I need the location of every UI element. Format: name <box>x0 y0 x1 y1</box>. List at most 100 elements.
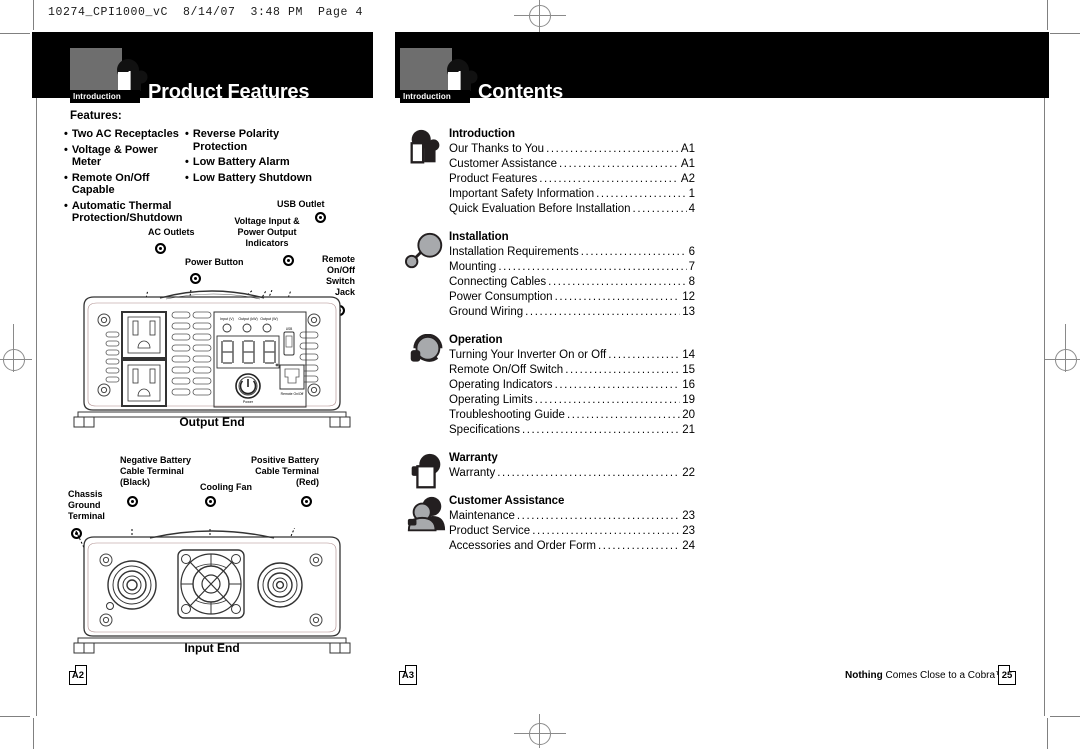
toc-leader-dots: ........................................… <box>554 291 681 303</box>
headset-icon <box>410 334 443 362</box>
bullet-icon: • <box>185 171 189 184</box>
toc-entry[interactable]: Remote On/Off Switch ...................… <box>449 363 695 378</box>
toc-leader-dots: ........................................… <box>632 203 687 215</box>
toc-entry[interactable]: Product Features .......................… <box>449 172 695 187</box>
toc-entry-page: 14 <box>682 349 695 361</box>
toc-entry[interactable]: Our Thanks to You ......................… <box>449 142 695 157</box>
crop-mark-tr-h <box>1050 33 1080 34</box>
crop-mark-tl-v <box>33 0 34 30</box>
toc-entry-page: 15 <box>682 364 695 376</box>
toc-entry[interactable]: Connecting Cables ......................… <box>449 275 695 290</box>
toc-entry[interactable]: Power Consumption ......................… <box>449 290 695 305</box>
toc-entry-title: Warranty <box>449 467 496 479</box>
toc-entry[interactable]: Operating Limits .......................… <box>449 393 695 408</box>
toc-entry-page: 24 <box>682 540 695 552</box>
toc-leader-dots: ........................................… <box>546 143 679 155</box>
table-of-contents: Introduction Our Thanks to You .........… <box>405 128 695 565</box>
toc-entry[interactable]: Mounting ...............................… <box>449 260 695 275</box>
features-heading: Features: <box>70 110 122 122</box>
feature-text: Remote On/Off Capable <box>71 171 150 197</box>
callout-dot-negative <box>127 496 138 507</box>
toc-entry-title: Customer Assistance <box>449 158 558 170</box>
toc-entry-page: 19 <box>682 394 695 406</box>
toc-entry[interactable]: Warranty ...............................… <box>449 466 695 481</box>
toc-section-introduction: Introduction Our Thanks to You .........… <box>405 128 695 217</box>
toc-entry-page: 23 <box>682 510 695 522</box>
toc-heading: Installation <box>449 231 509 243</box>
toc-entry[interactable]: Important Safety Information ...........… <box>449 187 695 202</box>
toc-leader-dots: ........................................… <box>497 467 680 479</box>
callout-dot-cooling-fan <box>205 496 216 507</box>
crop-mark-tl-h <box>0 33 30 34</box>
feature-item: • Voltage & Power Meter <box>64 144 184 169</box>
feature-item: • Automatic Thermal Protection/Shutdown <box>64 200 184 225</box>
toc-entry-title: Our Thanks to You <box>449 143 545 155</box>
folio-page-number: 25 <box>998 664 1017 685</box>
bleed-rule-left <box>36 36 37 716</box>
callout-dot-positive <box>301 496 312 507</box>
toc-entry[interactable]: Maintenance ............................… <box>449 509 695 524</box>
toc-entry[interactable]: Ground Wiring ..........................… <box>449 305 695 320</box>
toc-leader-dots: ........................................… <box>539 173 679 185</box>
toc-leader-dots: ........................................… <box>566 409 680 421</box>
page-marker-a2: A2 <box>68 664 87 685</box>
panel-led-label-output-w: Output (W) <box>260 317 278 321</box>
toc-entry-title: Remote On/Off Switch <box>449 364 564 376</box>
toc-section-operation: Operation Turning Your Inverter On or Of… <box>405 334 695 438</box>
right-page-tab: Introduction <box>400 48 478 103</box>
print-spread-page: 10274_CPI1000_vC 8/14/07 3:48 PM Page 4 … <box>0 0 1080 749</box>
toc-entry-page: 7 <box>688 261 695 273</box>
printer-slug: 10274_CPI1000_vC 8/14/07 3:48 PM Page 4 <box>48 6 364 19</box>
toc-entry-title: Mounting <box>449 261 497 273</box>
crop-mark-br-v <box>1047 718 1048 749</box>
callout-cooling-fan: Cooling Fan <box>200 482 252 492</box>
panel-led-label-input: Input (V) <box>220 317 234 321</box>
toc-leader-dots: ........................................… <box>565 364 681 376</box>
certificate-icon <box>411 453 441 489</box>
right-tab-label: Introduction <box>400 90 470 103</box>
toc-section-customer-assistance: Customer Assistance Maintenance ........… <box>405 495 695 554</box>
callout-positive-terminal: Positive Battery Cable Terminal (Red) <box>250 455 319 487</box>
left-page-tab: Introduction <box>70 48 148 103</box>
feature-text: Two AC Receptacles <box>71 128 179 140</box>
toc-entry[interactable]: Operating Indicators ...................… <box>449 378 695 393</box>
right-page-title: Contents <box>478 81 564 103</box>
left-tab-label: Introduction <box>70 90 140 103</box>
toc-entry-title: Troubleshooting Guide <box>449 409 565 421</box>
power-button-caption: Power <box>243 400 254 404</box>
toc-entry[interactable]: Product Service ........................… <box>449 524 695 539</box>
toc-entry[interactable]: Quick Evaluation Before Installation ...… <box>449 202 695 217</box>
callout-power-button: Power Button <box>185 257 244 267</box>
toc-entry[interactable]: Specifications .........................… <box>449 423 695 438</box>
toc-entry[interactable]: Troubleshooting Guide ..................… <box>449 408 695 423</box>
toc-section-installation: Installation Installation Requirements .… <box>405 231 695 320</box>
toc-heading: Warranty <box>449 452 498 464</box>
toc-entry[interactable]: Customer Assistance ....................… <box>449 157 695 172</box>
callout-dot-usb <box>315 212 326 223</box>
toc-entry-page: 6 <box>688 246 695 258</box>
output-end-caption: Output End <box>179 415 245 429</box>
toc-section-warranty: Warranty Warranty ......................… <box>405 452 695 489</box>
toc-leader-dots: ........................................… <box>596 188 686 200</box>
crop-mark-bl-h <box>0 716 30 717</box>
toc-entry-title: Installation Requirements <box>449 246 579 258</box>
toc-entry[interactable]: Installation Requirements ..............… <box>449 245 695 260</box>
callout-chassis-ground: Chassis Ground Terminal <box>68 489 105 521</box>
tagline-rest: Comes Close to a Cobra™ <box>882 670 1006 681</box>
toc-leader-dots: ........................................… <box>580 246 687 258</box>
toc-entry-title: Accessories and Order Form <box>449 540 596 552</box>
tagline-bold-word: Nothing <box>845 670 883 681</box>
toc-entry[interactable]: Turning Your Inverter On or Off ........… <box>449 348 695 363</box>
toc-body: Customer Assistance Maintenance ........… <box>449 495 695 554</box>
toc-entry-page: 23 <box>682 525 695 537</box>
bullet-icon: • <box>64 199 68 212</box>
feature-item: • Reverse Polarity Protection <box>185 128 315 153</box>
registration-target-top <box>514 0 566 34</box>
callout-ac-outlets: AC Outlets <box>148 227 195 237</box>
support-person-icon <box>407 496 446 532</box>
feature-text: Reverse Polarity Protection <box>192 128 280 153</box>
callout-dot-power-button <box>190 273 201 284</box>
toc-leader-dots: ........................................… <box>534 394 680 406</box>
toc-entry[interactable]: Accessories and Order Form .............… <box>449 539 695 554</box>
features-column-2: • Reverse Polarity Protection • Low Batt… <box>185 128 315 187</box>
